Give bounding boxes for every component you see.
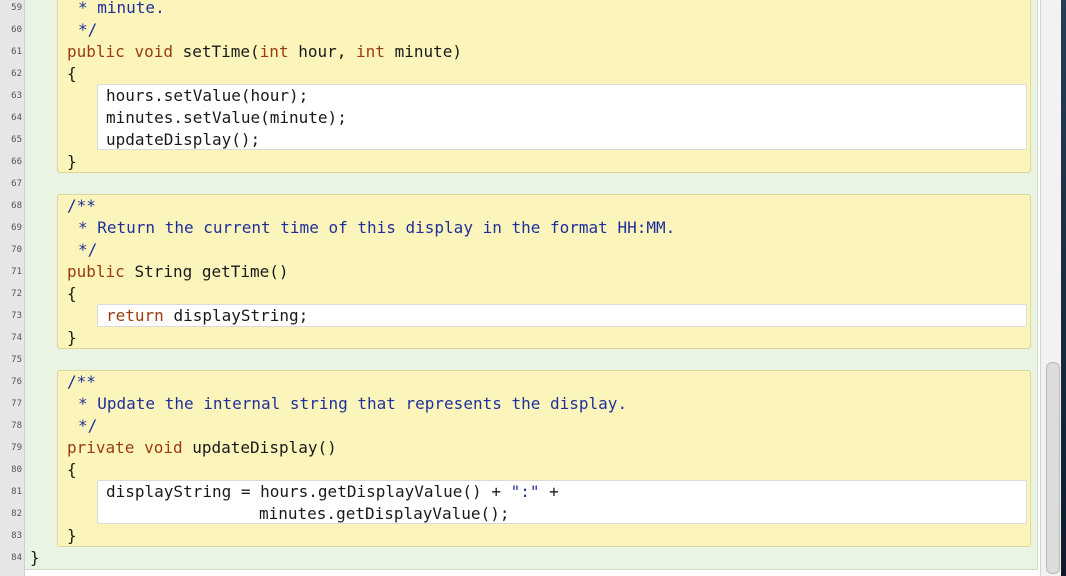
line-number: 60 [11,25,22,35]
line-number: 73 [11,311,22,321]
code-line[interactable]: * minute. [78,0,165,19]
method-name: updateDisplay() [192,438,337,457]
line-number: 62 [11,69,22,79]
line-number: 59 [11,3,22,13]
keyword: public [67,42,125,61]
desktop-edge [1061,0,1066,576]
code-line[interactable]: * Update the internal string that repres… [78,393,627,415]
line-number: 84 [11,553,22,563]
line-number-gutter: 59 60 61 62 63 64 65 66 67 68 69 70 71 7… [0,0,25,576]
code-line[interactable]: return displayString; [106,305,308,327]
line-number: 68 [11,201,22,211]
code-line[interactable]: { [67,283,77,305]
keyword: void [134,42,173,61]
expression: displayString = hours.getDisplayValue() … [106,482,511,501]
line-number: 82 [11,509,22,519]
line-number: 67 [11,179,22,189]
line-number: 64 [11,113,22,123]
line-number: 79 [11,443,22,453]
keyword: return [106,306,164,325]
expression: displayString; [173,306,309,325]
code-line[interactable]: minutes.setValue(minute); [106,107,347,129]
line-number: 77 [11,399,22,409]
parameter: hour, [298,42,347,61]
code-line[interactable]: minutes.getDisplayValue(); [259,503,509,525]
line-number: 61 [11,47,22,57]
code-line[interactable]: */ [78,239,97,261]
keyword: int [259,42,289,61]
code-line-class-close[interactable]: } [30,547,40,569]
method-signature: String getTime() [134,262,289,281]
keyword: public [67,262,125,281]
line-number: 63 [11,91,22,101]
code-line-settime-signature[interactable]: public void setTime(int hour, int minute… [67,41,462,63]
line-number: 71 [11,267,22,277]
line-number: 75 [11,355,22,365]
code-line[interactable]: */ [78,415,97,437]
code-line[interactable]: hours.setValue(hour); [106,85,308,107]
line-number: 83 [11,531,22,541]
line-number: 80 [11,465,22,475]
line-number: 81 [11,487,22,497]
code-line[interactable]: * Return the current time of this displa… [78,217,675,239]
keyword: private [67,438,135,457]
code-line[interactable]: { [67,63,77,85]
line-number: 69 [11,223,22,233]
code-line[interactable]: } [67,525,77,547]
string-literal: ":" [510,482,540,501]
code-line[interactable]: displayString = hours.getDisplayValue() … [106,481,559,503]
code-line[interactable]: updateDisplay(); [106,129,260,151]
line-number: 70 [11,245,22,255]
line-number: 66 [11,157,22,167]
operator: + [539,482,559,501]
line-number: 72 [11,289,22,299]
line-number: 74 [11,333,22,343]
code-line-gettime-signature[interactable]: public String getTime() [67,261,289,283]
code-line[interactable]: /** [67,195,96,217]
line-number: 76 [11,377,22,387]
code-line-updatedisplay-signature[interactable]: private void updateDisplay() [67,437,337,459]
code-line[interactable]: } [67,327,77,349]
vertical-scrollbar-thumb[interactable] [1046,362,1060,574]
code-line[interactable]: { [67,459,77,481]
keyword: int [356,42,385,61]
parameter: minute) [394,42,463,61]
code-line[interactable]: /** [67,371,96,393]
keyword: void [144,438,183,457]
method-name: setTime( [182,42,260,61]
line-number: 65 [11,135,22,145]
code-line[interactable]: } [67,151,77,173]
code-line[interactable]: */ [78,19,97,41]
line-number: 78 [11,421,22,431]
